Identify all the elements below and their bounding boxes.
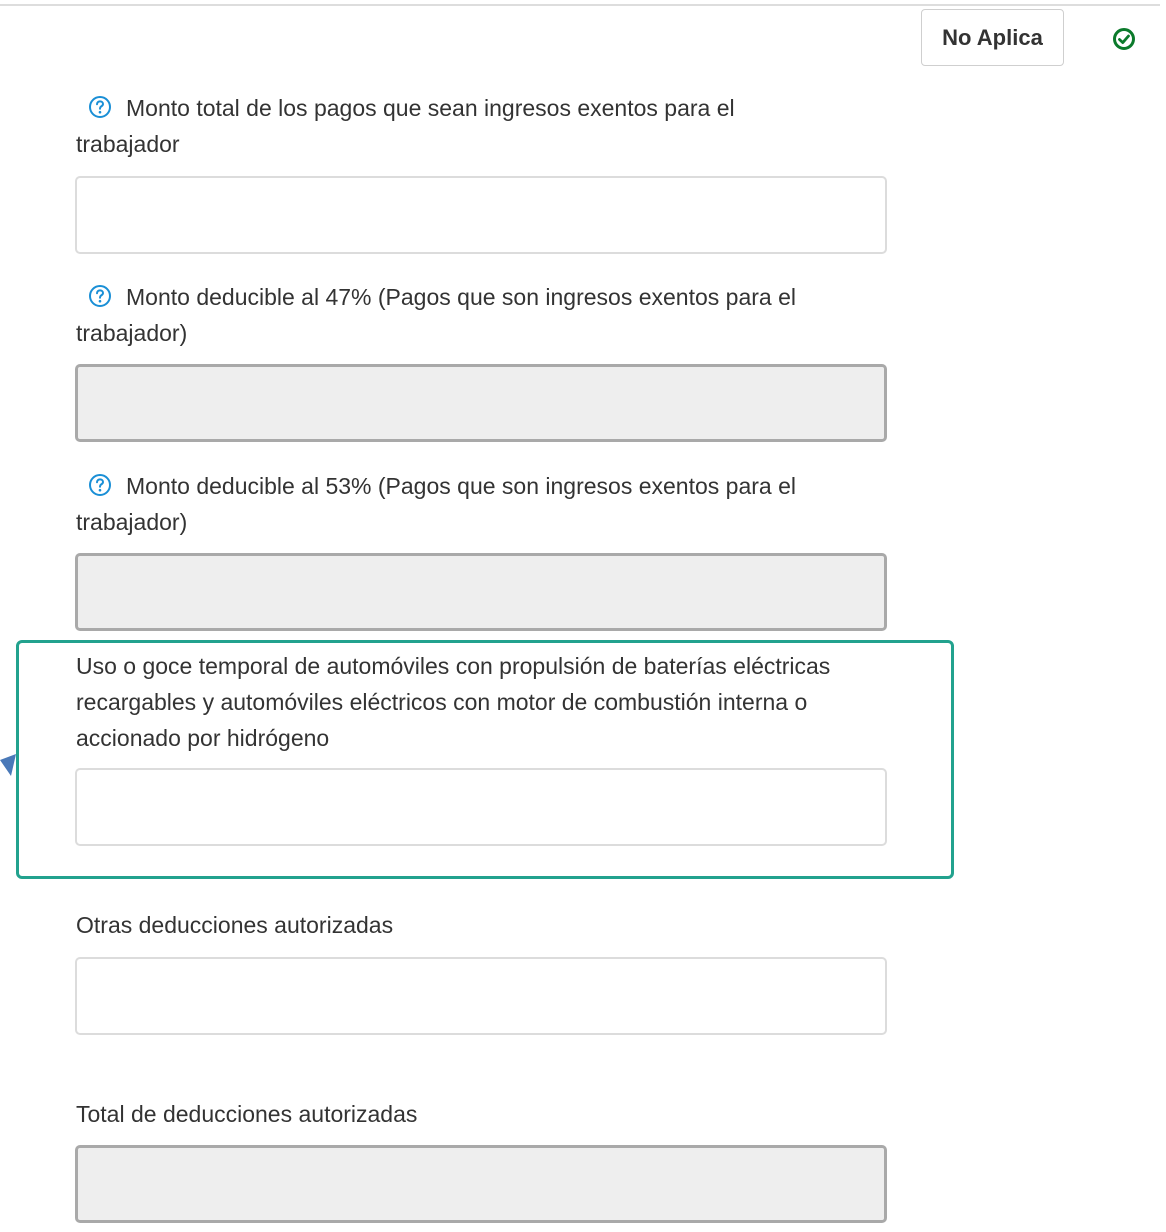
deducible-47-input (75, 364, 887, 442)
field-label-pagos-exentos: Monto total de los pagos que sean ingres… (76, 90, 836, 162)
field-label-deducible-47: Monto deducible al 47% (Pagos que son in… (76, 279, 816, 351)
top-divider (0, 4, 1160, 6)
total-deducciones-input (75, 1145, 887, 1223)
otras-deducciones-input[interactable] (75, 957, 887, 1035)
no-aplica-button[interactable]: No Aplica (921, 9, 1064, 66)
field-label-text: Monto deducible al 53% (Pagos que son in… (76, 473, 796, 535)
help-icon[interactable] (88, 284, 112, 308)
help-icon[interactable] (88, 473, 112, 497)
field-label-total-deducciones: Total de deducciones autorizadas (76, 1101, 418, 1127)
deducible-53-input (75, 553, 887, 631)
field-label-text: Monto total de los pagos que sean ingres… (76, 95, 735, 157)
pagos-exentos-input[interactable] (75, 176, 887, 254)
field-label-otras-deducciones: Otras deducciones autorizadas (76, 912, 394, 938)
help-icon[interactable] (88, 95, 112, 119)
check-circle-icon (1113, 28, 1135, 50)
field-label-text: Monto deducible al 47% (Pagos que son in… (76, 284, 796, 346)
deductions-form-page: No Aplica Monto total de los pagos que s… (0, 0, 1166, 1232)
automoviles-electricos-input[interactable] (75, 768, 887, 846)
pointer-arrow-icon (0, 754, 16, 776)
field-label-automoviles-electricos: Uso o goce temporal de automóviles con p… (76, 653, 831, 751)
field-label-deducible-53: Monto deducible al 53% (Pagos que son in… (76, 468, 816, 540)
